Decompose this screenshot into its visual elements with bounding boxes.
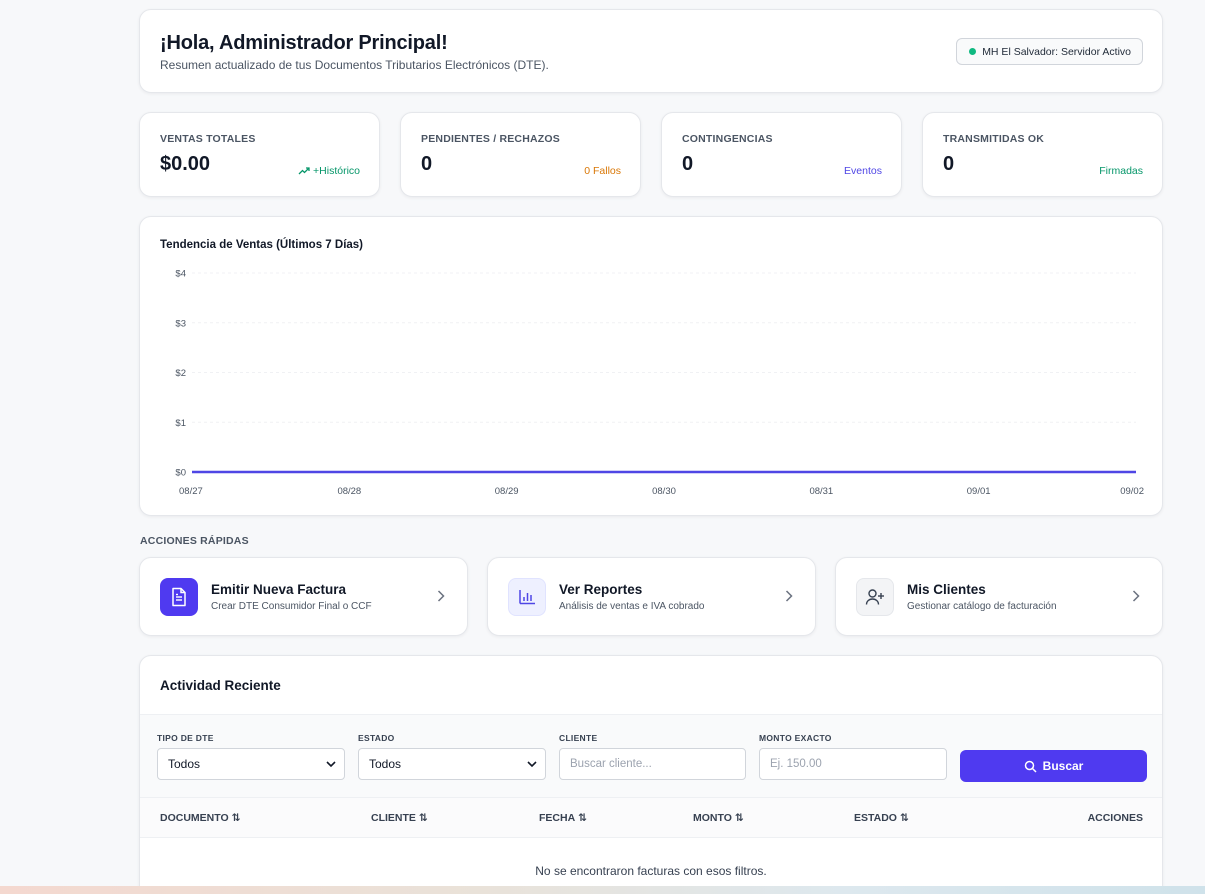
stat-value: 0 [943, 153, 955, 175]
greeting-card: ¡Hola, Administrador Principal! Resumen … [139, 9, 1163, 93]
document-icon [160, 578, 198, 616]
stat-card-pendientes: PENDIENTES / RECHAZOS 0 0 Fallos [400, 112, 641, 197]
emit-invoice-action[interactable]: Emitir Nueva Factura Crear DTE Consumido… [139, 557, 468, 636]
column-acciones: ACCIONES [1088, 812, 1143, 824]
column-cliente[interactable]: CLIENTE ⇅ [371, 812, 428, 824]
filter-label-tipo: TIPO DE DTE [157, 733, 214, 743]
action-subtitle: Análisis de ventas e IVA cobrado [559, 601, 705, 612]
stat-value: 0 [421, 153, 433, 175]
user-plus-icon [856, 578, 894, 616]
x-tick-label: 09/01 [967, 486, 991, 497]
recent-activity-card: Actividad Reciente TIPO DE DTE Todos EST… [139, 655, 1163, 894]
y-tick-label: $1 [175, 418, 186, 429]
taskbar-strip [0, 886, 1205, 894]
column-label: ACCIONES [1087, 812, 1143, 824]
client-search-input[interactable]: Buscar cliente... [559, 748, 746, 780]
empty-state-message: No se encontraron facturas con esos filt… [535, 864, 767, 878]
filter-label-estado: ESTADO [358, 733, 395, 743]
y-tick-label: $4 [175, 269, 186, 280]
server-status-text: MH El Salvador: Servidor Activo [982, 45, 1131, 58]
recent-activity-title: Actividad Reciente [160, 678, 281, 693]
server-status-badge: MH El Salvador: Servidor Activo [956, 38, 1143, 65]
stat-value: 0 [682, 153, 694, 175]
stat-label: VENTAS TOTALES [160, 133, 256, 145]
column-documento[interactable]: DOCUMENTO ⇅ [160, 812, 240, 824]
greeting-subtitle: Resumen actualizado de tus Documentos Tr… [160, 58, 549, 72]
action-title: Emitir Nueva Factura [211, 582, 347, 597]
greeting-title: ¡Hola, Administrador Principal! [160, 32, 448, 54]
column-monto[interactable]: MONTO ⇅ [693, 812, 744, 824]
sales-trend-chart: $0 $1 $2 $3 $4 08/27 08/28 08/29 08/30 08/31 09/01… [175, 269, 1144, 498]
sort-icon: ⇅ [899, 812, 909, 824]
stat-meta: +Histórico [298, 165, 360, 177]
filter-label-cliente: CLIENTE [559, 733, 598, 743]
action-title: Ver Reportes [559, 582, 643, 597]
x-tick-label: 08/31 [809, 486, 833, 497]
filter-label-monto: MONTO EXACTO [759, 733, 832, 743]
chevron-right-icon [785, 590, 793, 602]
dte-type-value: Todos [168, 757, 201, 771]
stat-meta: 0 Fallos [584, 165, 621, 177]
my-clients-action[interactable]: Mis Clientes Gestionar catálogo de factu… [835, 557, 1163, 636]
stat-meta: Firmadas [1099, 165, 1143, 177]
amount-placeholder: Ej. 150.00 [770, 758, 822, 770]
sort-icon: ⇅ [231, 812, 241, 824]
y-tick-label: $2 [175, 368, 186, 379]
column-label: MONTO [693, 812, 732, 824]
stat-card-contingencias: CONTINGENCIAS 0 Eventos [661, 112, 902, 197]
search-icon [1024, 760, 1037, 773]
action-title: Mis Clientes [907, 582, 986, 597]
status-select[interactable]: Todos [358, 748, 546, 780]
x-tick-label: 09/02 [1120, 486, 1144, 497]
amount-input[interactable]: Ej. 150.00 [759, 748, 947, 780]
stat-meta-text: +Histórico [313, 165, 360, 177]
column-label: ESTADO [854, 812, 897, 824]
stat-label: CONTINGENCIAS [682, 133, 773, 145]
dte-type-select[interactable]: Todos [157, 748, 345, 780]
status-value: Todos [369, 757, 402, 771]
sales-trend-chart-card: Tendencia de Ventas (Últimos 7 Días) $0 $… [139, 216, 1163, 516]
view-reports-action[interactable]: Ver Reportes Análisis de ventas e IVA co… [487, 557, 816, 636]
filters-bar: TIPO DE DTE Todos ESTADO Todos CLIENTE B… [140, 714, 1162, 798]
status-dot-icon [969, 48, 977, 55]
x-tick-label: 08/29 [495, 486, 519, 497]
sort-icon: ⇅ [734, 812, 744, 824]
action-subtitle: Gestionar catálogo de facturación [907, 601, 1057, 612]
search-button-label: Buscar [1042, 759, 1084, 773]
stat-card-ventas: VENTAS TOTALES $0.00 +Histórico [139, 112, 380, 197]
x-tick-label: 08/30 [652, 486, 676, 497]
stat-meta: Eventos [844, 165, 882, 177]
column-label: FECHA [539, 812, 576, 824]
table-header: DOCUMENTO ⇅ CLIENTE ⇅ FECHA ⇅ MONTO ⇅ ESTADO… [140, 798, 1162, 838]
stat-label: PENDIENTES / RECHAZOS [421, 133, 560, 145]
action-subtitle: Crear DTE Consumidor Final o CCF [211, 601, 372, 612]
search-button[interactable]: Buscar [960, 750, 1147, 782]
client-search-placeholder: Buscar cliente... [570, 758, 652, 770]
bar-chart-icon [508, 578, 546, 616]
chevron-right-icon [437, 590, 445, 602]
chevron-down-icon [527, 761, 537, 768]
column-label: DOCUMENTO [160, 812, 229, 824]
trending-up-icon [298, 167, 310, 175]
column-label: CLIENTE [371, 812, 416, 824]
chevron-down-icon [326, 761, 336, 768]
stat-label: TRANSMITIDAS OK [943, 133, 1044, 145]
y-tick-label: $3 [175, 318, 186, 329]
quick-actions-label: ACCIONES RÁPIDAS [140, 535, 249, 547]
x-tick-label: 08/27 [179, 486, 203, 497]
stat-card-transmitidas: TRANSMITIDAS OK 0 Firmadas [922, 112, 1163, 197]
sort-icon: ⇅ [418, 812, 428, 824]
stat-value: $0.00 [160, 153, 211, 175]
x-tick-label: 08/28 [337, 486, 361, 497]
y-tick-label: $0 [175, 468, 186, 479]
column-fecha[interactable]: FECHA ⇅ [539, 812, 587, 824]
sort-icon: ⇅ [578, 812, 587, 824]
chevron-right-icon [1132, 590, 1140, 602]
column-estado[interactable]: ESTADO ⇅ [854, 812, 909, 824]
